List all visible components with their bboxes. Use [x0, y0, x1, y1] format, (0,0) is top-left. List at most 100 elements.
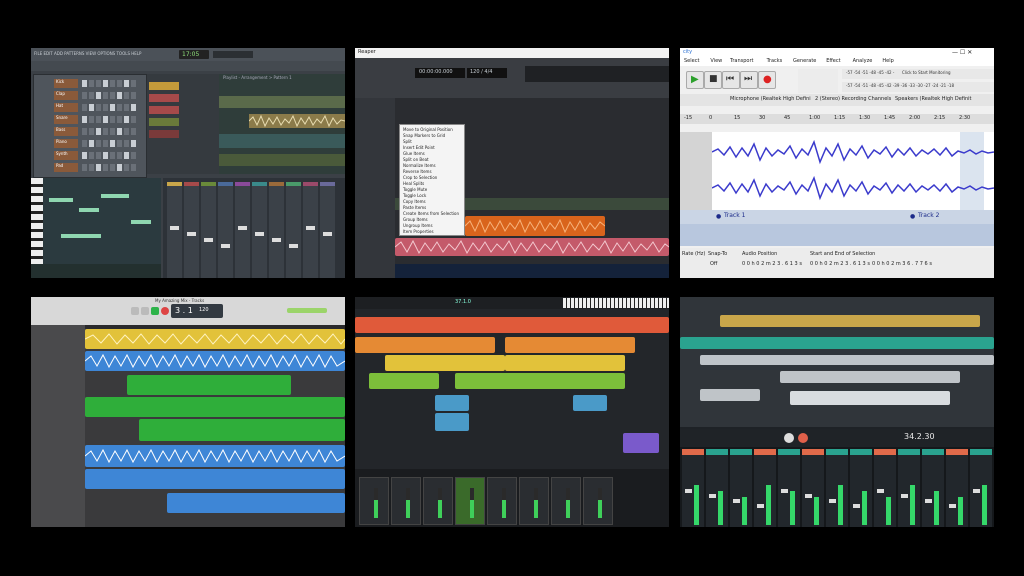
context-menu-item[interactable]: Toggle Mute: [403, 188, 427, 192]
step-button[interactable]: [131, 140, 136, 147]
channel-name[interactable]: Pad: [54, 163, 78, 172]
mixer-channel-strip[interactable]: [201, 182, 216, 278]
context-menu-item[interactable]: Snap Markers to Grid: [403, 134, 445, 138]
mixer-strip[interactable]: [682, 449, 704, 527]
mixer-channel-strip[interactable]: [286, 182, 301, 278]
mixer-channel-strip[interactable]: [235, 182, 250, 278]
context-menu-item[interactable]: Insert Edit Point: [403, 146, 435, 150]
mixer-channel-strip[interactable]: [269, 182, 284, 278]
menu-item[interactable]: Tracks: [767, 59, 783, 64]
step-button[interactable]: [89, 128, 94, 135]
snap-select[interactable]: Off: [710, 262, 717, 267]
fader-handle[interactable]: [187, 232, 196, 236]
mixer-channel-strip[interactable]: [252, 182, 267, 278]
region-grey-4[interactable]: [790, 391, 950, 405]
clip-blue-3[interactable]: [573, 395, 607, 411]
step-button[interactable]: [117, 116, 122, 123]
clip-orange-2[interactable]: [505, 337, 635, 353]
step-button[interactable]: [124, 152, 129, 159]
skip-start-button[interactable]: ⏮: [722, 71, 740, 89]
channels-select[interactable]: 2 (Stereo) Recording Channels: [815, 97, 891, 102]
mixer-strip[interactable]: [754, 449, 776, 527]
step-button[interactable]: [110, 140, 115, 147]
fader-handle[interactable]: [829, 499, 836, 503]
rewind-button[interactable]: [131, 307, 139, 315]
console-strip[interactable]: [487, 477, 517, 525]
channel-name[interactable]: Hat: [54, 103, 78, 112]
fader-handle[interactable]: [973, 489, 980, 493]
step-button[interactable]: [110, 104, 115, 111]
mixer-strip[interactable]: [946, 449, 968, 527]
fader-handle[interactable]: [733, 499, 740, 503]
channel-name[interactable]: Piano: [54, 139, 78, 148]
region-grey-1[interactable]: [700, 355, 994, 365]
console-strip[interactable]: [391, 477, 421, 525]
mixer-channel-strip[interactable]: [184, 182, 199, 278]
step-button[interactable]: [117, 140, 122, 147]
clip-blue-2[interactable]: [435, 413, 469, 431]
context-menu-item[interactable]: Ungroup Items: [403, 224, 433, 228]
console-strip[interactable]: [583, 477, 613, 525]
stop-button[interactable]: ■: [704, 71, 722, 89]
fader-handle[interactable]: [853, 504, 860, 508]
channel-name[interactable]: Snare: [54, 115, 78, 124]
mixer-channel-strip[interactable]: [167, 182, 182, 278]
region-teal[interactable]: [680, 337, 994, 349]
channel-row[interactable]: Hat: [36, 103, 142, 113]
step-button[interactable]: [96, 80, 101, 87]
record-button[interactable]: ●: [758, 71, 776, 89]
channel-row[interactable]: Piano: [36, 139, 142, 149]
step-button[interactable]: [103, 164, 108, 171]
step-button[interactable]: [110, 128, 115, 135]
channel-row[interactable]: Synth: [36, 151, 142, 161]
audacity-wave-area[interactable]: [712, 132, 994, 210]
step-button[interactable]: [110, 164, 115, 171]
step-button[interactable]: [82, 140, 87, 147]
step-button[interactable]: [89, 164, 94, 171]
fader-handle[interactable]: [877, 489, 884, 493]
mixer-strip[interactable]: [898, 449, 920, 527]
mixer-strip[interactable]: [850, 449, 872, 527]
audacity-play-meter[interactable]: -57 -54 -51 -48 -45 -42 -39 -36 -33 -30 …: [842, 82, 994, 92]
step-button[interactable]: [117, 128, 122, 135]
menu-item[interactable]: Generate: [793, 59, 816, 64]
step-button[interactable]: [117, 152, 122, 159]
clip-green-1[interactable]: [369, 373, 439, 389]
clip-green-2[interactable]: [455, 373, 625, 389]
clip-yellow-1[interactable]: [385, 355, 505, 371]
context-menu-item[interactable]: Normalize Items: [403, 164, 436, 168]
step-button[interactable]: [103, 116, 108, 123]
step-button[interactable]: [124, 104, 129, 111]
window-controls[interactable]: — ☐ ✕: [952, 50, 972, 56]
clip-blue-1[interactable]: [435, 395, 469, 411]
console-strip[interactable]: [551, 477, 581, 525]
clip-orange-1[interactable]: [355, 337, 495, 353]
step-button[interactable]: [89, 140, 94, 147]
mixer-channel-strip[interactable]: [218, 182, 233, 278]
context-menu-item[interactable]: Create Items from Selection: [403, 212, 459, 216]
step-button[interactable]: [82, 80, 87, 87]
mixer-strip[interactable]: [778, 449, 800, 527]
fader-handle[interactable]: [170, 226, 179, 230]
context-menu-item[interactable]: Item Properties: [403, 230, 434, 234]
step-button[interactable]: [131, 152, 136, 159]
region-grey-2[interactable]: [780, 371, 960, 383]
menu-item[interactable]: Effect: [826, 59, 840, 64]
fader-handle[interactable]: [757, 504, 764, 508]
piano-keys[interactable]: [31, 178, 43, 278]
context-menu-item[interactable]: Reverse Items: [403, 170, 432, 174]
fader-handle[interactable]: [901, 494, 908, 498]
step-button[interactable]: [124, 92, 129, 99]
fader-handle[interactable]: [925, 499, 932, 503]
step-button[interactable]: [89, 152, 94, 159]
step-button[interactable]: [131, 164, 136, 171]
cakewalk-keyboard[interactable]: [563, 298, 669, 308]
audacity-meter[interactable]: -57 -54 -51 -48 -45 -42 - Click to Start…: [842, 69, 994, 79]
step-button[interactable]: [89, 80, 94, 87]
channel-row[interactable]: Kick: [36, 79, 142, 89]
fader-handle[interactable]: [781, 489, 788, 493]
label-track-2[interactable]: ● Track 2: [910, 212, 970, 220]
console-strip[interactable]: [455, 477, 485, 525]
context-menu-item[interactable]: Paste Items: [403, 206, 426, 210]
reaper-context-menu[interactable]: Move to Original Position Snap Markers to…: [399, 124, 465, 236]
